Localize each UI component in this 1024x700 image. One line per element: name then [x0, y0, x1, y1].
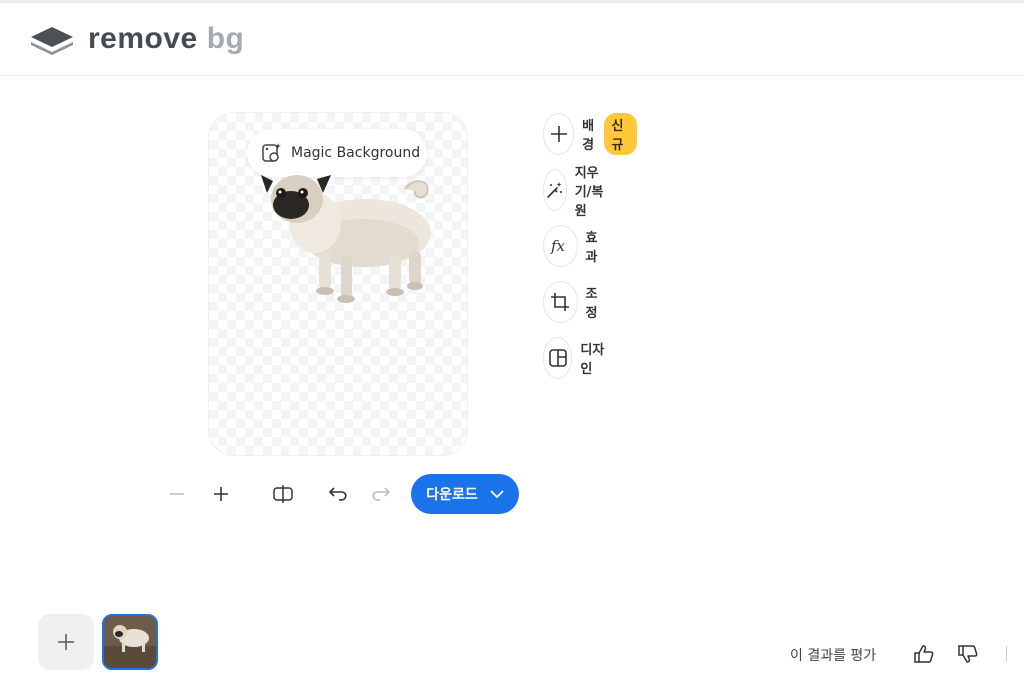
thumbs-up-icon [914, 645, 934, 663]
layout-icon [543, 337, 573, 379]
minus-icon [170, 493, 184, 495]
plus-icon [58, 634, 74, 650]
tool-adjust-label: 조정 [585, 287, 598, 321]
logo-text: remove bg [88, 24, 244, 54]
tool-effects-label: 효과 [585, 231, 598, 265]
divider [1006, 646, 1007, 662]
pug-image [261, 175, 431, 303]
add-image-button[interactable] [38, 614, 94, 670]
plus-icon [214, 487, 228, 501]
tool-adjust[interactable]: 조정 [543, 280, 605, 324]
download-label: 다운로드 [426, 487, 478, 503]
redo-button[interactable] [369, 483, 393, 505]
magic-background-icon [262, 143, 281, 162]
chevron-down-icon [490, 489, 504, 499]
thumbs-up-button[interactable] [913, 644, 935, 668]
image-canvas[interactable]: Magic Background [208, 112, 468, 456]
logo-word-remove: remove [88, 22, 198, 55]
redo-icon [372, 487, 390, 501]
thumbs-down-icon [958, 645, 978, 663]
logo-icon [31, 27, 73, 55]
undo-icon [329, 487, 347, 501]
tool-effects[interactable]: fx 효과 [543, 224, 605, 268]
plus-icon [543, 113, 575, 155]
magic-background-label: Magic Background [291, 145, 421, 161]
logo-word-bg: bg [206, 22, 245, 55]
image-thumbnail[interactable] [102, 614, 158, 670]
fx-icon: fx [543, 225, 578, 267]
download-button[interactable]: 다운로드 [411, 474, 519, 514]
tool-erase-restore[interactable]: 지우기/복원 [543, 166, 610, 219]
svg-text:fx: fx [550, 237, 566, 255]
zoom-in-button[interactable] [210, 483, 232, 505]
compare-icon [273, 485, 293, 503]
magic-background-button[interactable]: Magic Background [247, 129, 427, 177]
thumbnail-pug-image [104, 616, 156, 668]
tool-design-label: 디자인 [580, 343, 605, 377]
crop-icon [543, 281, 578, 323]
compare-button[interactable] [271, 483, 295, 505]
tool-background-label: 배경 [582, 119, 595, 153]
header: remove bg [0, 3, 1024, 76]
tool-design[interactable]: 디자인 [543, 336, 605, 380]
zoom-out-button[interactable] [166, 483, 188, 505]
magic-brush-icon [543, 169, 567, 211]
rate-result-label: 이 결과를 평가 [790, 648, 877, 664]
thumbs-down-button[interactable] [957, 644, 979, 668]
tool-erase-restore-label: 지우기/복원 [574, 165, 604, 219]
undo-button[interactable] [326, 483, 350, 505]
new-badge: 신규 [603, 113, 637, 155]
logo[interactable]: remove bg [30, 23, 244, 55]
tool-background[interactable]: 배경 신규 [543, 112, 637, 156]
